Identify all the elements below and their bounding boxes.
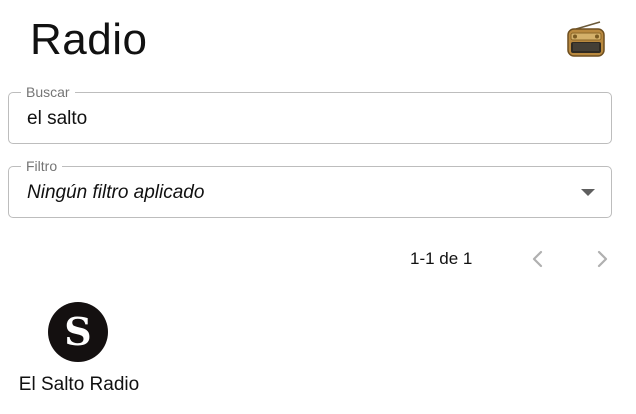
station-name: El Salto Radio — [18, 374, 140, 395]
station-card[interactable]: S El Salto Radio — [6, 302, 152, 402]
chevron-down-icon[interactable] — [581, 189, 595, 196]
search-label: Buscar — [21, 84, 75, 100]
station-logo-letter: S — [64, 309, 91, 354]
filter-label: Filtro — [21, 158, 63, 174]
next-page-button[interactable] — [588, 245, 616, 273]
radio-icon — [566, 20, 606, 58]
chevron-right-icon — [597, 250, 608, 268]
chevron-left-icon — [532, 250, 543, 268]
filter-select[interactable]: Filtro Ningún filtro aplicado — [8, 158, 612, 218]
search-input[interactable]: el salto — [27, 108, 87, 130]
search-field[interactable]: Buscar el salto — [8, 84, 612, 144]
previous-page-button[interactable] — [524, 245, 552, 273]
page-title: Radio — [30, 15, 148, 64]
station-logo: S — [48, 302, 108, 362]
pagination-range: 1-1 de 1 — [410, 249, 473, 268]
filter-selected-value: Ningún filtro aplicado — [27, 182, 205, 203]
app-root: Radio Buscar el salto Filtro Ningún filt… — [0, 0, 636, 414]
